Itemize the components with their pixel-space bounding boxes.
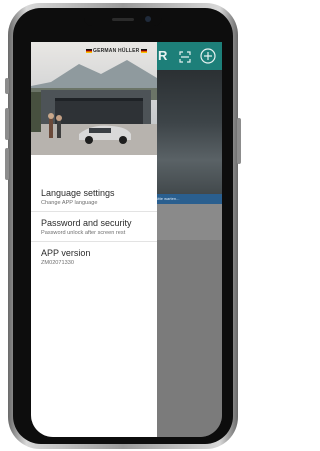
menu-item-title: Language settings <box>41 188 115 198</box>
menu-item-subtitle: Password unlock after screen rest <box>41 230 126 236</box>
navigation-drawer: GERMAN HÜLLER Language settings Change A… <box>31 42 157 437</box>
app-version-title: APP version <box>41 248 91 258</box>
menu-item-subtitle: Change APP language <box>41 200 98 206</box>
background-header-letter: R <box>158 48 168 63</box>
plus-circle-icon[interactable] <box>200 48 216 64</box>
drawer-header-image: GERMAN HÜLLER <box>31 42 157 155</box>
app-version-value: ZM02071330 <box>41 260 74 266</box>
menu-item-title: Password and security <box>41 218 132 228</box>
drawer-menu: Language settings Change APP language Pa… <box>31 182 157 271</box>
volume-down-button <box>5 148 9 180</box>
garage-hero-illustration <box>31 42 157 155</box>
speaker <box>112 18 134 21</box>
screen: R Bitte warten... GERMAN HÜLLER Language… <box>31 42 222 437</box>
volume-up-button <box>5 108 9 140</box>
background-status-text: Bitte warten... <box>155 196 180 201</box>
brand-logo: GERMAN HÜLLER <box>86 48 147 54</box>
menu-item-language-settings[interactable]: Language settings Change APP language <box>31 182 157 212</box>
scan-icon[interactable] <box>179 51 191 63</box>
front-camera <box>145 16 151 22</box>
power-button <box>237 118 241 164</box>
app-version-info: APP version ZM02071330 <box>31 242 157 271</box>
mute-switch <box>5 78 9 94</box>
menu-item-password-security[interactable]: Password and security Password unlock af… <box>31 212 157 242</box>
